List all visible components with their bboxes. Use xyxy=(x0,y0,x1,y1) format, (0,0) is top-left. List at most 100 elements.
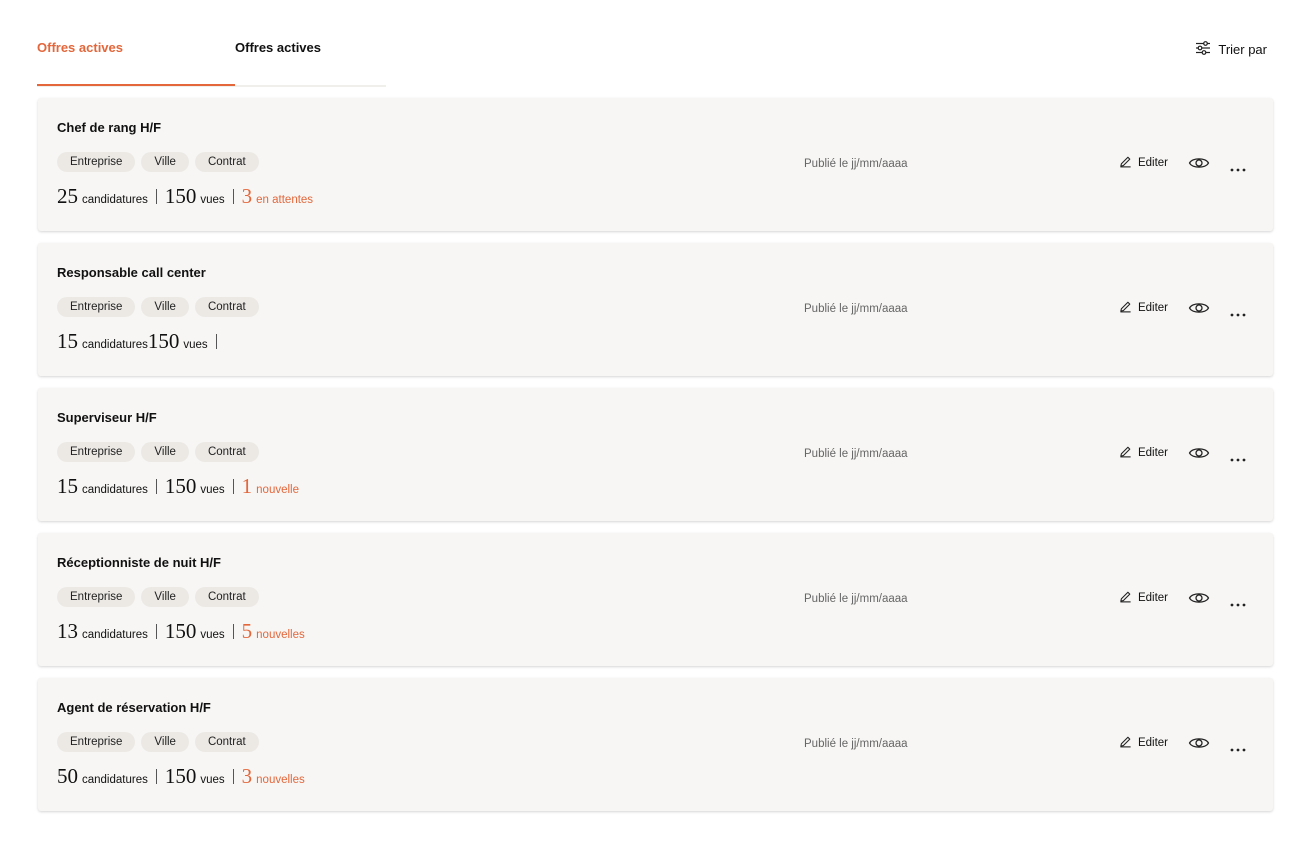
candidatures-label: candidatures xyxy=(82,339,148,351)
edit-button[interactable]: Editer xyxy=(1119,445,1168,461)
candidatures-count: 25 xyxy=(57,184,78,208)
sort-button[interactable]: Trier par xyxy=(1195,40,1267,59)
card-actions: Editer xyxy=(1119,155,1247,172)
tag-entreprise: Entreprise xyxy=(57,442,136,462)
more-options-icon[interactable] xyxy=(1229,595,1247,607)
tag-contrat: Contrat xyxy=(194,442,259,462)
candidatures-label: candidatures xyxy=(82,774,148,786)
job-offer-card: Réceptionniste de nuit H/F Entreprise Vi… xyxy=(38,533,1273,666)
job-stats: 13 candidatures 150 vues 5 nouvelles xyxy=(57,619,305,643)
tag-ville: Ville xyxy=(141,152,189,172)
tag-contrat: Contrat xyxy=(194,152,259,172)
edit-label: Editer xyxy=(1137,592,1168,604)
pending-label: nouvelle xyxy=(256,484,299,496)
job-tags: Entreprise Ville Contrat xyxy=(57,297,259,317)
active-tab-indicator xyxy=(37,84,235,86)
tag-entreprise: Entreprise xyxy=(57,297,136,317)
stats-divider xyxy=(155,623,157,639)
job-tags: Entreprise Ville Contrat xyxy=(57,442,259,462)
job-offer-card: Responsable call center Entreprise Ville… xyxy=(38,243,1273,376)
published-date: Publié le jj/mm/aaaa xyxy=(804,158,908,170)
pending-count: 1 xyxy=(241,474,253,498)
vues-label: vues xyxy=(183,339,208,351)
stats-divider xyxy=(232,188,234,204)
published-date: Publié le jj/mm/aaaa xyxy=(804,593,908,605)
job-title[interactable]: Réceptionniste de nuit H/F xyxy=(57,555,221,571)
stats-divider xyxy=(232,623,234,639)
tab-offres-actives-primary[interactable]: Offres actives xyxy=(37,40,123,56)
published-date: Publié le jj/mm/aaaa xyxy=(804,448,908,460)
more-options-icon[interactable] xyxy=(1229,450,1247,462)
eye-icon[interactable] xyxy=(1188,590,1210,606)
edit-button[interactable]: Editer xyxy=(1119,735,1168,751)
job-stats: 50 candidatures 150 vues 3 nouvelles xyxy=(57,764,305,788)
job-tags: Entreprise Ville Contrat xyxy=(57,152,259,172)
job-title[interactable]: Agent de réservation H/F xyxy=(57,700,211,716)
pencil-icon xyxy=(1119,445,1132,461)
vues-count: 150 xyxy=(147,329,180,353)
tag-entreprise: Entreprise xyxy=(57,152,136,172)
pencil-icon xyxy=(1119,155,1132,171)
stats-divider xyxy=(215,333,217,349)
stats-divider xyxy=(155,478,157,494)
job-title[interactable]: Superviseur H/F xyxy=(57,410,157,426)
eye-icon[interactable] xyxy=(1188,155,1210,171)
tag-entreprise: Entreprise xyxy=(57,732,136,752)
job-offer-card: Agent de réservation H/F Entreprise Vill… xyxy=(38,678,1273,811)
pending-count: 3 xyxy=(241,764,253,788)
pending-count: 5 xyxy=(241,619,253,643)
vues-label: vues xyxy=(200,774,225,786)
candidatures-label: candidatures xyxy=(82,194,148,206)
eye-icon[interactable] xyxy=(1188,445,1210,461)
more-options-icon[interactable] xyxy=(1229,740,1247,752)
vues-label: vues xyxy=(200,629,225,641)
tab-offres-actives-secondary[interactable]: Offres actives xyxy=(235,40,321,56)
vues-label: vues xyxy=(200,194,225,206)
tag-ville: Ville xyxy=(141,442,189,462)
job-tags: Entreprise Ville Contrat xyxy=(57,587,259,607)
edit-button[interactable]: Editer xyxy=(1119,590,1168,606)
candidatures-count: 50 xyxy=(57,764,78,788)
more-options-icon[interactable] xyxy=(1229,160,1247,172)
job-offer-card: Chef de rang H/F Entreprise Ville Contra… xyxy=(38,98,1273,231)
candidatures-count: 13 xyxy=(57,619,78,643)
card-actions: Editer xyxy=(1119,590,1247,607)
job-stats: 15 candidatures 150 vues 1 nouvelle xyxy=(57,474,299,498)
job-stats: 15 candidatures 150 vues xyxy=(57,329,225,353)
more-options-icon[interactable] xyxy=(1229,305,1247,317)
card-actions: Editer xyxy=(1119,445,1247,462)
tag-entreprise: Entreprise xyxy=(57,587,136,607)
edit-label: Editer xyxy=(1137,157,1168,169)
candidatures-label: candidatures xyxy=(82,629,148,641)
tag-ville: Ville xyxy=(141,297,189,317)
tab-bar: Offres actives Offres actives xyxy=(37,0,386,87)
edit-button[interactable]: Editer xyxy=(1119,155,1168,171)
tag-ville: Ville xyxy=(141,732,189,752)
tag-contrat: Contrat xyxy=(194,587,259,607)
sort-label: Trier par xyxy=(1218,42,1267,57)
candidatures-count: 15 xyxy=(57,474,78,498)
vues-count: 150 xyxy=(164,184,197,208)
edit-label: Editer xyxy=(1137,737,1168,749)
eye-icon[interactable] xyxy=(1188,300,1210,316)
pending-label: nouvelles xyxy=(256,774,305,786)
edit-label: Editer xyxy=(1137,302,1168,314)
pending-label: en attentes xyxy=(256,194,314,206)
tag-ville: Ville xyxy=(141,587,189,607)
candidatures-count: 15 xyxy=(57,329,78,353)
pencil-icon xyxy=(1119,300,1132,316)
job-stats: 25 candidatures 150 vues 3 en attentes xyxy=(57,184,313,208)
pencil-icon xyxy=(1119,590,1132,606)
job-tags: Entreprise Ville Contrat xyxy=(57,732,259,752)
job-title[interactable]: Chef de rang H/F xyxy=(57,120,161,136)
stats-divider xyxy=(155,188,157,204)
edit-button[interactable]: Editer xyxy=(1119,300,1168,316)
published-date: Publié le jj/mm/aaaa xyxy=(804,738,908,750)
pencil-icon xyxy=(1119,735,1132,751)
stats-divider xyxy=(232,768,234,784)
vues-count: 150 xyxy=(164,474,197,498)
card-actions: Editer xyxy=(1119,735,1247,752)
eye-icon[interactable] xyxy=(1188,735,1210,751)
job-title[interactable]: Responsable call center xyxy=(57,265,206,281)
card-actions: Editer xyxy=(1119,300,1247,317)
